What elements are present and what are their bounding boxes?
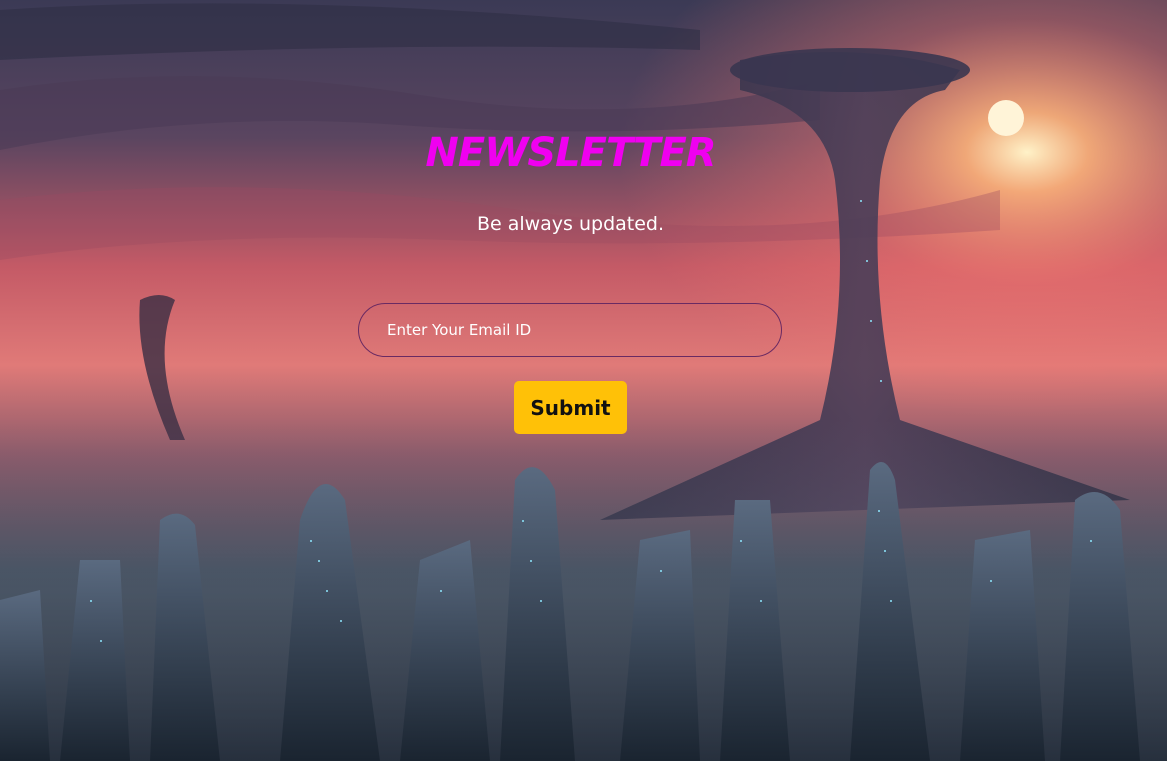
newsletter-form-container: NEWSLETTER Be always updated. Submit: [0, 0, 1167, 761]
newsletter-subtitle: Be always updated.: [476, 213, 665, 235]
submit-button[interactable]: Submit: [514, 381, 627, 434]
newsletter-title: NEWSLETTER: [425, 130, 716, 176]
newsletter-page: NEWSLETTER Be always updated. Submit: [0, 0, 1167, 761]
email-input[interactable]: [358, 303, 782, 357]
